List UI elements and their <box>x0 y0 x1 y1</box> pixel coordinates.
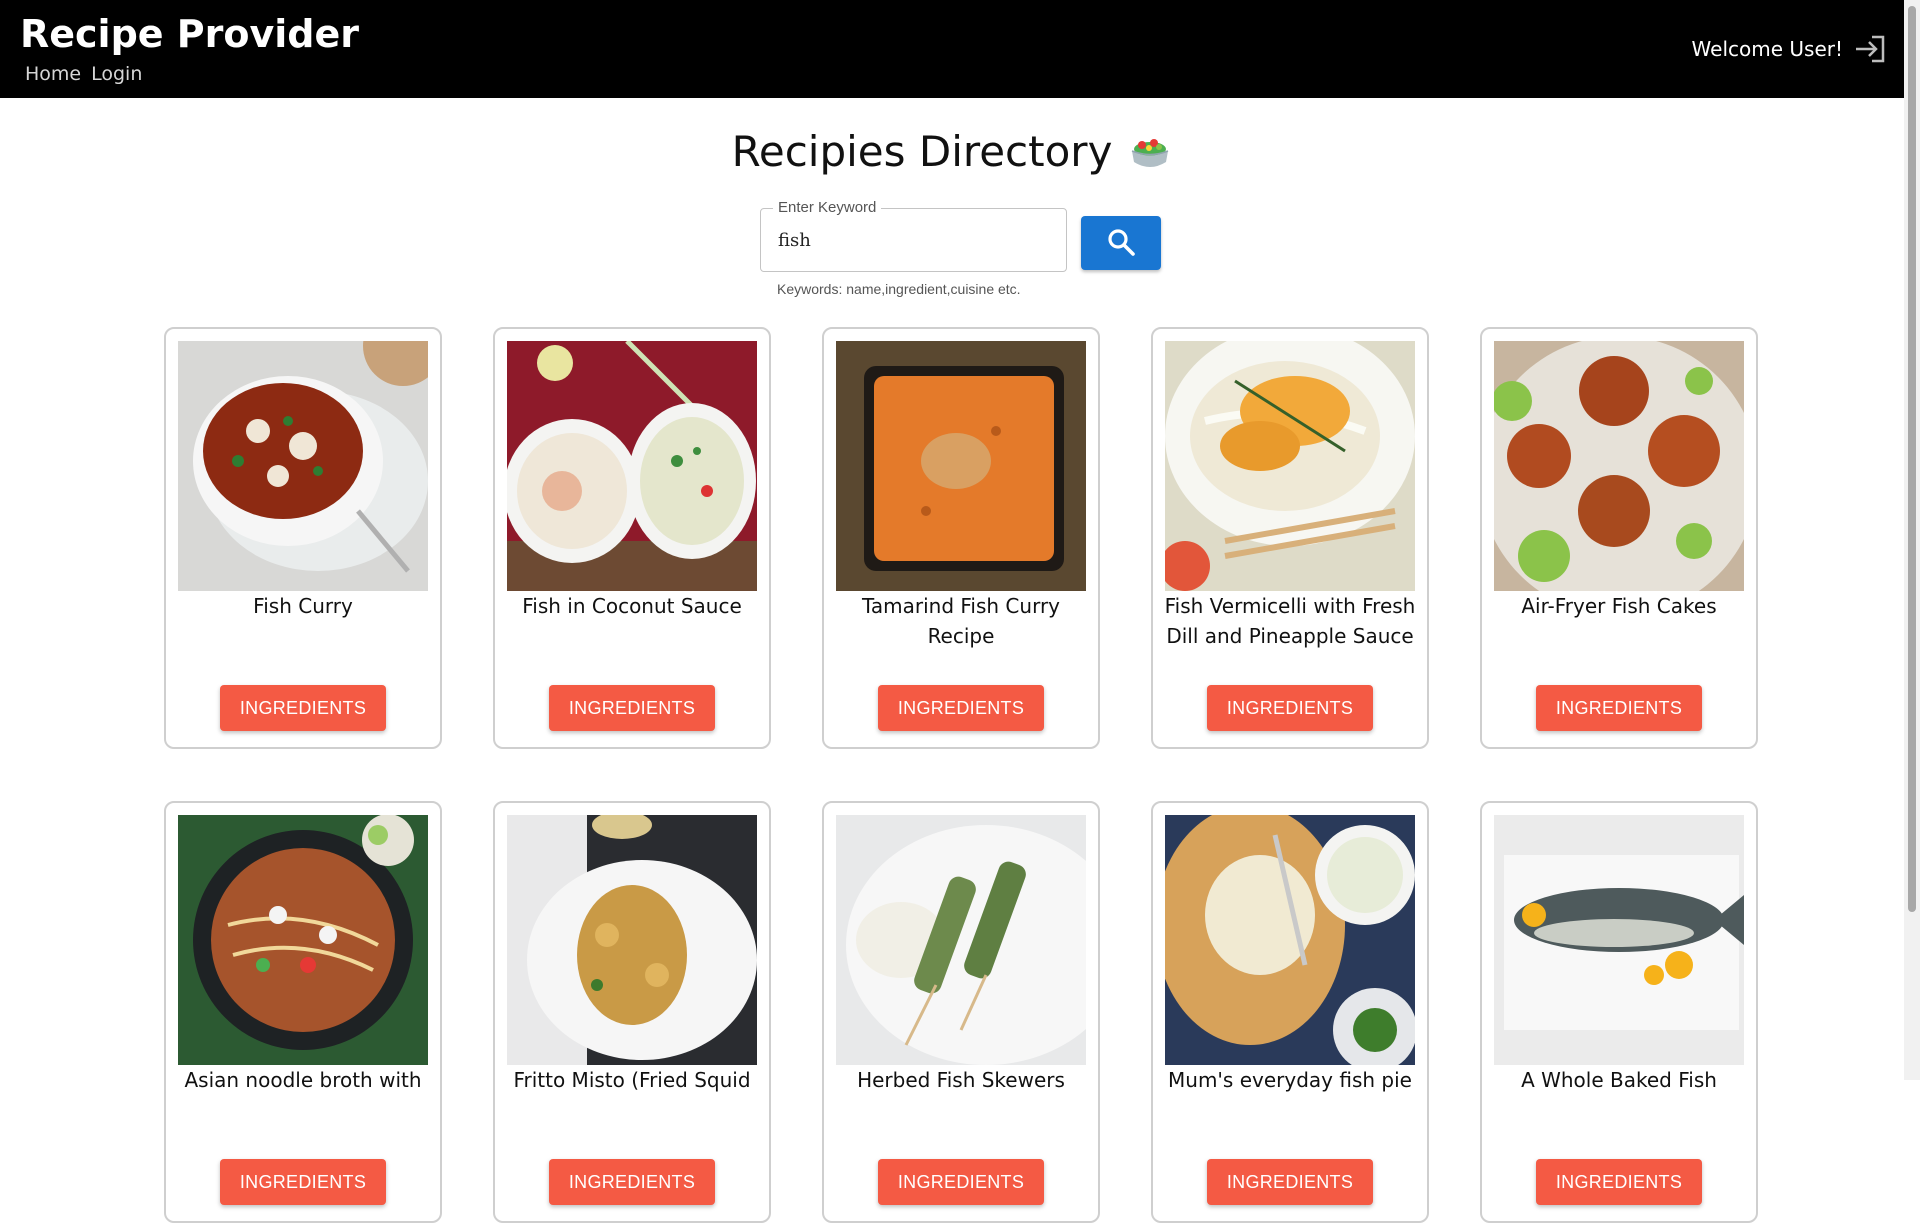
welcome-text: Welcome User! <box>1691 37 1843 61</box>
nav-home-link[interactable]: Home <box>25 62 81 86</box>
nav-login-link[interactable]: Login <box>91 62 142 86</box>
page-title-text: Recipies Directory <box>731 127 1113 176</box>
recipe-title: A Whole Baked Fish <box>1521 1068 1717 1092</box>
recipe-title: Fish in Coconut Sauce <box>522 594 742 618</box>
recipe-title: Air-Fryer Fish Cakes <box>1521 594 1717 618</box>
top-navbar: Recipe Provider Home Login Welcome User! <box>0 0 1904 98</box>
recipe-title: Fritto Misto (Fried Squid <box>513 1068 751 1092</box>
recipe-card: Asian noodle broth with INGREDIENTS <box>164 801 442 1223</box>
recipe-image-air-fryer-fish-cakes[interactable] <box>1494 341 1744 591</box>
salad-bowl-icon <box>1128 126 1172 167</box>
ingredients-button[interactable]: INGREDIENTS <box>220 685 386 731</box>
page-scrollbar[interactable] <box>1904 0 1920 1080</box>
search-icon <box>1106 227 1136 260</box>
page-title: Recipies Directory <box>0 120 1904 184</box>
recipe-card: Fritto Misto (Fried Squid INGREDIENTS <box>493 801 771 1223</box>
ingredients-button[interactable]: INGREDIENTS <box>1536 1159 1702 1205</box>
ingredients-button[interactable]: INGREDIENTS <box>549 685 715 731</box>
recipe-title: Herbed Fish Skewers <box>857 1068 1065 1092</box>
keyword-field-label: Enter Keyword <box>773 199 882 217</box>
recipe-image-herbed-fish-skewers[interactable] <box>836 815 1086 1065</box>
recipe-image-whole-baked-fish[interactable] <box>1494 815 1744 1065</box>
keyword-search-input[interactable] <box>778 225 1048 255</box>
nav-links: Home Login <box>25 62 142 86</box>
recipe-title: Fish Vermicelli with Fresh Dill and Pine… <box>1164 594 1416 648</box>
recipe-image-fritto-misto[interactable] <box>507 815 757 1065</box>
recipe-title: Fish Curry <box>253 594 353 618</box>
recipe-image-fish-pie[interactable] <box>1165 815 1415 1065</box>
recipe-image-tamarind-fish-curry[interactable] <box>836 341 1086 591</box>
recipe-image-fish-in-coconut-sauce[interactable] <box>507 341 757 591</box>
search-button[interactable] <box>1081 216 1161 270</box>
recipe-card: Tamarind Fish Curry Recipe INGREDIENTS <box>822 327 1100 749</box>
recipe-image-asian-noodle-broth[interactable] <box>178 815 428 1065</box>
recipe-title: Mum's everyday fish pie <box>1168 1068 1412 1092</box>
recipe-card: Fish in Coconut Sauce INGREDIENTS <box>493 327 771 749</box>
recipe-image-fish-curry[interactable] <box>178 341 428 591</box>
ingredients-button[interactable]: INGREDIENTS <box>549 1159 715 1205</box>
recipe-card: Fish Curry INGREDIENTS <box>164 327 442 749</box>
ingredients-button[interactable]: INGREDIENTS <box>1536 685 1702 731</box>
ingredients-button[interactable]: INGREDIENTS <box>1207 685 1373 731</box>
scrollbar-thumb[interactable] <box>1908 6 1916 912</box>
ingredients-button[interactable]: INGREDIENTS <box>878 1159 1044 1205</box>
recipe-card: Herbed Fish Skewers INGREDIENTS <box>822 801 1100 1223</box>
recipe-card: Mum's everyday fish pie INGREDIENTS <box>1151 801 1429 1223</box>
brand-title[interactable]: Recipe Provider <box>20 8 359 60</box>
recipe-card: Air-Fryer Fish Cakes INGREDIENTS <box>1480 327 1758 749</box>
recipe-image-fish-vermicelli[interactable] <box>1165 341 1415 591</box>
keyword-search-field: Enter Keyword <box>760 199 1067 272</box>
ingredients-button[interactable]: INGREDIENTS <box>1207 1159 1373 1205</box>
keyword-helper-text: Keywords: name,ingredient,cuisine etc. <box>777 281 1021 297</box>
recipe-title: Tamarind Fish Curry Recipe <box>861 594 1061 648</box>
recipe-title: Asian noodle broth with <box>184 1068 422 1092</box>
recipe-card: A Whole Baked Fish INGREDIENTS <box>1480 801 1758 1223</box>
logout-arrow-icon[interactable] <box>1852 33 1888 65</box>
ingredients-button[interactable]: INGREDIENTS <box>220 1159 386 1205</box>
recipe-card: Fish Vermicelli with Fresh Dill and Pine… <box>1151 327 1429 749</box>
ingredients-button[interactable]: INGREDIENTS <box>878 685 1044 731</box>
